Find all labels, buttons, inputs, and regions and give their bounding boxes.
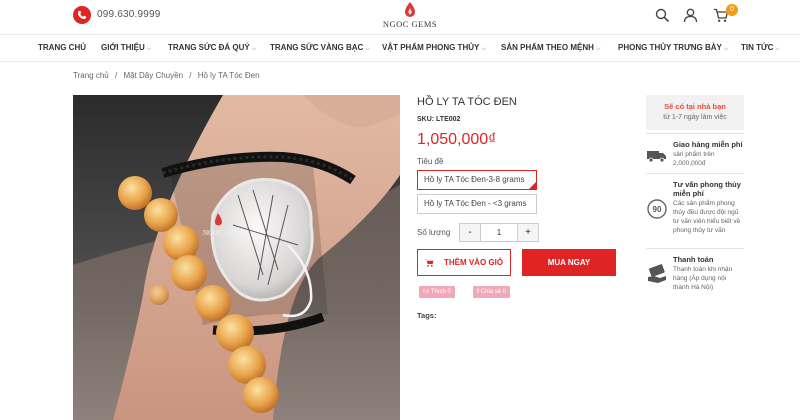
- nav-item-by-element[interactable]: SẢN PHẨM THEO MỆNH ⌵: [501, 43, 600, 53]
- feature-free-shipping: Giao hàng miễn phí sản phẩm trên 2,000,0…: [646, 133, 744, 173]
- feature-payment: Thanh toán Thanh toán khi nhận hàng (Áp …: [646, 248, 744, 300]
- delivery-info-box: Sẽ có tại nhà bạn từ 1-7 ngày làm việc: [646, 95, 744, 130]
- facebook-icon: f: [477, 289, 479, 295]
- chevron-down-icon: ⌵: [595, 46, 601, 52]
- cart-icon: [424, 259, 434, 267]
- breadcrumb-separator: /: [114, 71, 118, 80]
- nav-item-gem-jewelry[interactable]: TRANG SỨC ĐÁ QUÝ ⌵: [168, 43, 256, 53]
- logo-text: NGOC GEMS: [382, 19, 438, 29]
- site-logo[interactable]: NGOC GEMS: [375, 2, 445, 32]
- delivery-subtitle: từ 1-7 ngày làm việc: [663, 114, 727, 121]
- main-nav: TRANG CHỦ GIỚI THIỆU ⌵ TRANG SỨC ĐÁ QUÝ ⌵ …: [0, 34, 800, 62]
- like-button[interactable]: 👍︎ Thích 0: [419, 286, 455, 298]
- feature-fengshui-consult: 90 Tư vấn phong thủy miễn phí Các sản ph…: [646, 173, 744, 247]
- thumbs-up-icon: 👍︎: [423, 289, 430, 295]
- nav-item-fengshui-items[interactable]: VẬT PHẨM PHONG THỦY ⌵: [382, 43, 486, 53]
- logo-mark-icon: [405, 2, 415, 17]
- user-icon[interactable]: [683, 8, 698, 23]
- breadcrumb: Trang chủ / Mặt Dây Chuyền / Hồ ly TA Tó…: [73, 71, 264, 80]
- quantity-label: Số lượng: [417, 228, 451, 237]
- add-to-cart-button[interactable]: THÊM VÀO GIỎ: [417, 249, 511, 276]
- quantity-decrease-button[interactable]: -: [460, 224, 480, 241]
- search-icon[interactable]: [655, 8, 670, 23]
- nav-item-home[interactable]: TRANG CHỦ: [38, 43, 86, 52]
- top-header: 099.630.9999 NGOC GEMS 0: [0, 0, 800, 34]
- breadcrumb-category[interactable]: Mặt Dây Chuyền: [123, 71, 183, 80]
- svg-text:NGOC GEMS: NGOC GEMS: [203, 229, 244, 237]
- payment-hand-icon: [648, 264, 666, 283]
- variant-label: Tiêu đề: [417, 157, 444, 166]
- chevron-down-icon: ⌵: [775, 46, 780, 52]
- quantity-input[interactable]: 1: [480, 224, 518, 241]
- tags-label: Tags:: [417, 311, 437, 320]
- cart-count-badge: 0: [726, 4, 738, 16]
- product-title: HỒ LY TA TÓC ĐEN: [417, 96, 517, 108]
- chevron-down-icon: ⌵: [723, 46, 729, 52]
- product-price: 1,050,000₫: [417, 131, 497, 148]
- breadcrumb-home[interactable]: Trang chủ: [73, 71, 109, 80]
- product-image[interactable]: NGOC GEMS: [73, 95, 400, 420]
- buy-now-button[interactable]: MUA NGAY: [522, 249, 616, 276]
- phone-number[interactable]: 099.630.9999: [97, 9, 161, 20]
- chevron-down-icon: ⌵: [251, 46, 257, 52]
- variant-option-3-8-grams[interactable]: Hồ ly TA Tóc Đen-3-8 grams: [417, 170, 537, 190]
- chevron-down-icon: ⌵: [146, 46, 152, 52]
- nav-item-about[interactable]: GIỚI THIỆU ⌵: [101, 43, 151, 53]
- variant-option-under-3-grams[interactable]: Hồ ly TA Tóc Đen - <3 grams: [417, 194, 537, 214]
- chevron-down-icon: ⌵: [481, 46, 486, 52]
- svg-text:90: 90: [653, 205, 662, 214]
- nav-item-gold-silver[interactable]: TRANG SỨC VÀNG BẠC ⌵: [270, 43, 370, 53]
- quantity-increase-button[interactable]: +: [518, 224, 538, 241]
- return-90-icon: 90: [647, 199, 667, 219]
- nav-item-fengshui-display[interactable]: PHONG THỦY TRƯNG BÀY ⌵: [618, 43, 728, 53]
- chevron-down-icon: ⌵: [365, 46, 370, 52]
- product-sku: SKU: LTE002: [417, 116, 461, 123]
- quantity-stepper: - 1 +: [459, 223, 539, 242]
- breadcrumb-current: Hồ ly TA Tóc Đen: [197, 71, 260, 80]
- breadcrumb-separator: /: [189, 71, 192, 80]
- delivery-title: Sẽ có tại nhà bạn: [664, 102, 726, 111]
- phone-icon[interactable]: [73, 6, 91, 24]
- truck-icon: [647, 151, 666, 163]
- share-button[interactable]: f Chia sẻ 0: [473, 286, 511, 298]
- nav-item-news[interactable]: TIN TỨC ⌵: [741, 43, 780, 53]
